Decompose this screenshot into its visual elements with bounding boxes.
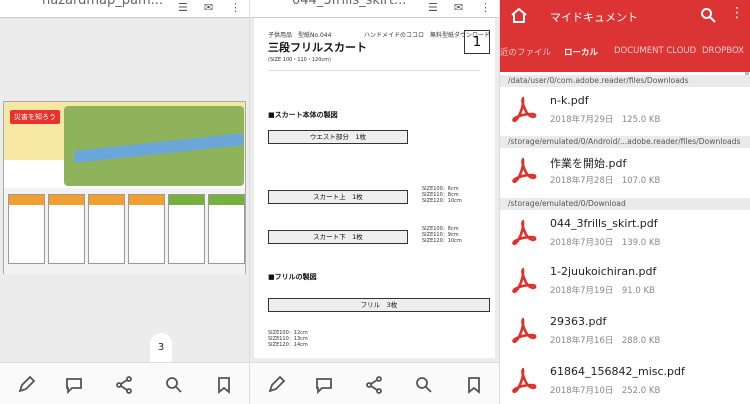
map-info-cards <box>4 188 245 274</box>
file-name: n-k.pdf <box>550 94 589 107</box>
more-icon[interactable]: ⋮ <box>730 6 744 20</box>
screen-title: マイドキュメント <box>550 11 638 24</box>
pattern-bar-waist: ウエスト部分 1枚 <box>268 130 408 144</box>
pattern-page-number: 1 <box>464 30 490 54</box>
comment-bubble-icon[interactable] <box>64 375 84 395</box>
file-item[interactable]: 044_3frills_skirt.pdf 2018年7月30日 139.0 K… <box>500 210 750 255</box>
file-name: 61864_156842_misc.pdf <box>550 365 685 378</box>
pattern-bar-frill: フリル 3枚 <box>268 298 490 312</box>
file-meta: 2018年7月19日 91.0 KB <box>550 286 655 296</box>
viewer-bottom-toolbar <box>250 362 499 404</box>
page-indicator[interactable]: 3 <box>150 333 172 363</box>
share-icon[interactable] <box>114 375 134 395</box>
divider <box>268 70 480 71</box>
map-title: 災害を知ろう <box>10 110 60 124</box>
tab-recent[interactable]: 近のファイル <box>500 46 551 58</box>
search-icon[interactable] <box>700 7 716 23</box>
file-name: 29363.pdf <box>550 315 607 328</box>
pattern-header-left: 子供用品 型紙No.044 <box>268 32 332 39</box>
viewer-top-bar: hazardmap_pam... ☰ ✉ ⋮ <box>0 0 249 18</box>
file-name: 作業を開始.pdf <box>550 157 627 170</box>
app-bar: マイドキュメント ⋮ <box>500 0 750 32</box>
size-note-frill: SIZE100：12cm SIZE110：13cm SIZE120：14cm <box>268 330 308 348</box>
edit-icon[interactable] <box>266 375 286 395</box>
hazard-map-page[interactable]: 災害を知ろう <box>3 101 246 274</box>
file-meta: 2018年7月30日 139.0 KB <box>550 238 661 248</box>
tab-dropbox[interactable]: DROPBOX <box>702 46 744 56</box>
viewer-top-bar: 044_3frills_skirt... ☰ ✉ ⋮ <box>250 0 499 18</box>
document-title: hazardmap_pam... <box>42 0 164 8</box>
viewer-panel-skirt: 044_3frills_skirt... ☰ ✉ ⋮ 子供用品 型紙No.044… <box>250 0 499 404</box>
file-item[interactable]: 29363.pdf 2018年7月16日 288.0 KB <box>500 308 750 353</box>
file-item[interactable]: 作業を開始.pdf 2018年7月28日 107.0 KB <box>500 148 750 193</box>
pdf-file-icon <box>510 95 538 123</box>
section-skirt-body: ■スカート本体の製図 <box>268 111 338 119</box>
pdf-file-icon <box>510 266 538 294</box>
path-header: /data/user/0/com.adobe.reader/files/Down… <box>500 75 750 87</box>
info-card <box>48 194 85 264</box>
location-tabs: 近のファイル ローカル DOCUMENT CLOUD DROPBOX <box>500 32 750 72</box>
pdf-file-icon <box>510 316 538 344</box>
document-title: 044_3frills_skirt... <box>292 0 407 8</box>
info-card <box>8 194 45 264</box>
tab-document-cloud[interactable]: DOCUMENT CLOUD <box>614 46 696 56</box>
more-icon[interactable]: ⋮ <box>230 1 244 14</box>
viewer-bottom-toolbar <box>0 362 249 404</box>
more-icon[interactable]: ⋮ <box>480 1 494 14</box>
info-card <box>128 194 165 264</box>
search-icon[interactable] <box>414 375 434 395</box>
info-card <box>88 194 125 264</box>
pdf-file-icon <box>510 366 538 394</box>
list-icon[interactable]: ☰ <box>428 1 442 14</box>
home-icon[interactable] <box>510 6 528 24</box>
viewer-panel-hazardmap: hazardmap_pam... ☰ ✉ ⋮ 災害を知ろう 3 <box>0 0 249 404</box>
pattern-bar-skirt-bottom: スカート下 1枚 <box>268 230 408 244</box>
bookmark-icon[interactable] <box>464 375 484 395</box>
info-card <box>208 194 245 264</box>
path-header: /storage/emulated/0/Download <box>500 198 750 210</box>
file-meta: 2018年7月10日 252.0 KB <box>550 386 661 396</box>
comment-icon[interactable]: ✉ <box>454 1 468 14</box>
pattern-title: 三段フリルスカート <box>268 41 367 54</box>
file-meta: 2018年7月28日 107.0 KB <box>550 176 661 186</box>
comment-bubble-icon[interactable] <box>314 375 334 395</box>
pattern-page[interactable]: 子供用品 型紙No.044 ハンドメイドのココロ 無料型紙ダウンロード 三段フリ… <box>254 18 495 358</box>
pdf-file-icon <box>510 218 538 246</box>
search-icon[interactable] <box>164 375 184 395</box>
section-frill: ■フリルの製図 <box>268 273 317 281</box>
size-note-top: SIZE100：6cm SIZE110：8cm SIZE120：10cm <box>422 186 462 204</box>
file-meta: 2018年7月29日 125.0 KB <box>550 115 661 125</box>
file-item[interactable]: 1-2juukoichiran.pdf 2018年7月19日 91.0 KB <box>500 258 750 303</box>
info-card <box>168 194 205 264</box>
bookmark-icon[interactable] <box>214 375 234 395</box>
edit-icon[interactable] <box>16 375 36 395</box>
file-name: 1-2juukoichiran.pdf <box>550 265 657 278</box>
pattern-bar-skirt-top: スカート上 1枚 <box>268 190 408 204</box>
file-meta: 2018年7月16日 288.0 KB <box>550 336 661 346</box>
share-icon[interactable] <box>364 375 384 395</box>
path-header: /storage/emulated/0/Android/...adobe.rea… <box>500 136 750 148</box>
size-note-bottom: SIZE100：8cm SIZE110：9cm SIZE120：10cm <box>422 226 462 244</box>
tab-local[interactable]: ローカル <box>564 46 598 58</box>
pattern-size: (SIZE 100・110・120cm) <box>268 57 331 63</box>
pdf-file-icon <box>510 156 538 184</box>
comment-icon[interactable]: ✉ <box>204 1 218 14</box>
list-icon[interactable]: ☰ <box>178 1 192 14</box>
file-name: 044_3frills_skirt.pdf <box>550 217 658 230</box>
file-item[interactable]: 61864_156842_misc.pdf 2018年7月10日 252.0 K… <box>500 358 750 403</box>
my-documents-panel: マイドキュメント ⋮ 近のファイル ローカル DOCUMENT CLOUD DR… <box>500 0 750 404</box>
file-item[interactable]: n-k.pdf 2018年7月29日 125.0 KB <box>500 87 750 132</box>
